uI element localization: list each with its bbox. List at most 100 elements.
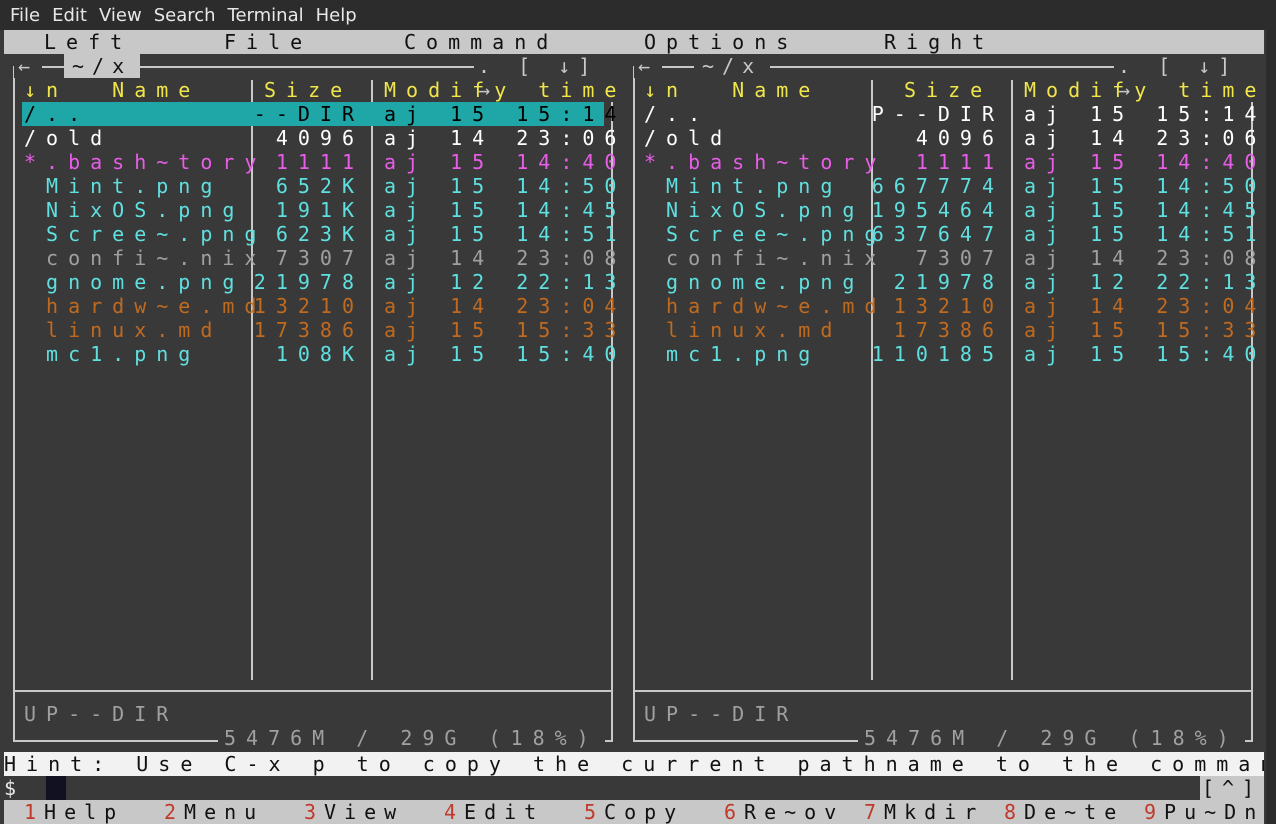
fkey-label: Menu	[184, 800, 265, 824]
file-name: *.bash~tory	[24, 150, 267, 174]
mc-menu-right[interactable]: Right	[884, 30, 994, 54]
fkey-label: Mkdir	[884, 800, 985, 824]
left-back-arrow[interactable]: ←	[14, 54, 43, 78]
right-panel[interactable]: ← ~/x . [ ↓] → ↓n Name Size Modify time …	[624, 54, 1264, 752]
fkey-1[interactable]: 1Help	[24, 800, 124, 824]
file-name: mc1.png	[644, 342, 821, 366]
menu-terminal[interactable]: Terminal	[222, 5, 310, 26]
fkey-number: 3	[304, 800, 325, 824]
file-mtime: aj 15 14:51	[1024, 222, 1267, 246]
file-size: 13210	[253, 294, 364, 318]
shell-prompt: $	[4, 776, 17, 800]
hint-bar: Hint: Use C-x p to copy the current path…	[4, 752, 1264, 776]
file-name: NixOS.png	[644, 198, 865, 222]
file-size: P--DIR	[871, 102, 1004, 126]
file-mtime: aj 14 23:08	[384, 246, 627, 270]
mc-menu-options[interactable]: Options	[644, 30, 798, 54]
file-name: /old	[24, 126, 113, 150]
file-name: hardw~e.md	[24, 294, 267, 318]
right-panel-path[interactable]: ~/x	[694, 54, 771, 78]
fkey-number: 6	[724, 800, 745, 824]
fkey-label: Re~ov	[744, 800, 845, 824]
file-size: 4096	[915, 126, 1004, 150]
file-size: 1111	[275, 150, 364, 174]
file-mtime: aj 14 23:06	[1024, 126, 1267, 150]
fkey-number: 1	[24, 800, 45, 824]
terminal-scrollbar[interactable]	[1266, 30, 1276, 824]
file-size: 637647	[871, 222, 1004, 246]
terminal-menubar: File Edit View Search Terminal Help	[0, 0, 1276, 30]
file-mtime: aj 15 15:14	[1024, 102, 1267, 126]
file-name: *.bash~tory	[644, 150, 887, 174]
fkey-label: View	[324, 800, 405, 824]
file-name: confi~.nix	[644, 246, 887, 270]
file-mtime: aj 15 15:40	[384, 342, 627, 366]
file-name: gnome.png	[24, 270, 245, 294]
menu-help[interactable]: Help	[310, 5, 363, 26]
menu-view[interactable]: View	[93, 5, 148, 26]
mc-menu-file[interactable]: File	[224, 30, 312, 54]
fkey-number: 8	[1004, 800, 1025, 824]
menu-edit[interactable]: Edit	[46, 5, 93, 26]
fkey-label: Edit	[464, 800, 545, 824]
right-header-name[interactable]: ↓n Name	[644, 78, 820, 102]
fkey-2[interactable]: 2Menu	[164, 800, 264, 824]
fkey-3[interactable]: 3View	[304, 800, 404, 824]
fkey-8[interactable]: 8De~te	[1004, 800, 1124, 824]
file-size: 110185	[871, 342, 1004, 366]
file-size: 623K	[275, 222, 364, 246]
fkey-number: 2	[164, 800, 185, 824]
file-size: 652K	[275, 174, 364, 198]
file-name: mc1.png	[24, 342, 201, 366]
file-size: 7307	[275, 246, 364, 270]
right-header-mtime[interactable]: Modify time	[1024, 78, 1266, 102]
file-mtime: aj 14 23:08	[1024, 246, 1267, 270]
file-mtime: aj 15 14:40	[384, 150, 627, 174]
file-name: /old	[644, 126, 733, 150]
fkey-5[interactable]: 5Copy	[584, 800, 684, 824]
fkey-label: Help	[44, 800, 125, 824]
file-mtime: aj 15 14:45	[384, 198, 627, 222]
file-name: /..	[24, 102, 91, 126]
fkey-number: 4	[444, 800, 465, 824]
file-size: 1111	[915, 150, 1004, 174]
file-name: NixOS.png	[24, 198, 245, 222]
file-name: Mint.png	[24, 174, 223, 198]
fkey-7[interactable]: 7Mkdir	[864, 800, 984, 824]
right-back-arrow[interactable]: ←	[634, 54, 663, 78]
file-mtime: aj 15 14:50	[1024, 174, 1267, 198]
left-header-name[interactable]: ↓n Name	[24, 78, 200, 102]
mc-menu-command[interactable]: Command	[404, 30, 558, 54]
file-size: 17386	[253, 318, 364, 342]
menu-file[interactable]: File	[4, 5, 46, 26]
left-panel[interactable]: ← ~/x . [ ↓] → ↓n Name Size Modify time …	[4, 54, 624, 752]
terminal-area: Left File Command Options Right ← ~/x . …	[4, 30, 1264, 824]
right-header-size[interactable]: Size	[904, 78, 992, 102]
file-size: 13210	[893, 294, 1004, 318]
file-mtime: aj 12 22:13	[384, 270, 627, 294]
fkey-label: Pu~Dn	[1164, 800, 1265, 824]
fkey-6[interactable]: 6Re~ov	[724, 800, 844, 824]
left-header-mtime[interactable]: Modify time	[384, 78, 626, 102]
mc-menubar: Left File Command Options Right	[4, 30, 1264, 54]
file-mtime: aj 15 14:45	[1024, 198, 1267, 222]
menu-search[interactable]: Search	[148, 5, 222, 26]
left-status: UP--DIR	[24, 702, 179, 726]
file-name: /..	[644, 102, 711, 126]
command-history-indicator[interactable]: [^]	[1200, 776, 1264, 800]
mc-menu-left[interactable]: Left	[44, 30, 132, 54]
file-mtime: aj 15 14:50	[384, 174, 627, 198]
file-mtime: aj 15 14:40	[1024, 150, 1267, 174]
file-name: linux.md	[24, 318, 223, 342]
left-header-size[interactable]: Size	[264, 78, 352, 102]
fkey-4[interactable]: 4Edit	[444, 800, 544, 824]
command-line-cursor[interactable]	[46, 776, 66, 800]
file-size: 667774	[871, 174, 1004, 198]
left-panel-path[interactable]: ~/x	[64, 54, 141, 78]
right-disk-usage: 5476M / 29G (18%)	[858, 726, 1245, 750]
fkey-9[interactable]: 9Pu~Dn	[1144, 800, 1264, 824]
file-name: Scree~.png	[644, 222, 887, 246]
file-mtime: aj 15 15:40	[1024, 342, 1267, 366]
file-mtime: aj 14 23:04	[1024, 294, 1267, 318]
right-status: UP--DIR	[644, 702, 799, 726]
